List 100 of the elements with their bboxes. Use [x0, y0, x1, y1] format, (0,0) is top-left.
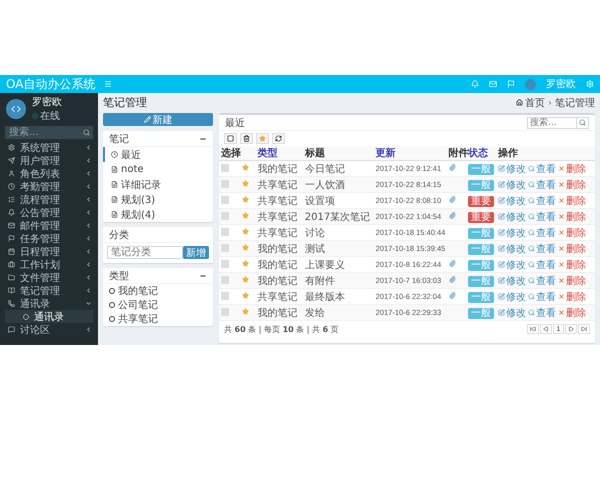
column-header[interactable]: 更新 — [374, 146, 447, 160]
edit-link[interactable]: 修改 — [498, 210, 526, 224]
view-link[interactable]: 查看 — [528, 290, 556, 304]
edit-link[interactable]: 修改 — [498, 242, 526, 256]
status-badge: 一般 — [468, 180, 494, 190]
delete-link[interactable]: 删除 — [558, 242, 586, 256]
edit-link[interactable]: 修改 — [498, 194, 526, 208]
star-icon[interactable] — [242, 212, 250, 219]
checkbox[interactable] — [221, 260, 229, 268]
type-item[interactable]: 我的笔记 — [103, 284, 213, 298]
star-icon[interactable] — [242, 260, 250, 267]
star-icon[interactable] — [242, 164, 250, 171]
menu-item[interactable]: 公告管理 — [0, 206, 98, 219]
star-icon[interactable] — [242, 180, 250, 187]
menu-item[interactable]: 文件管理 — [0, 271, 98, 284]
menu-item[interactable]: 笔记管理 — [0, 284, 98, 297]
view-link[interactable]: 查看 — [528, 258, 556, 272]
delete-button[interactable] — [240, 133, 253, 144]
bell-icon[interactable] — [471, 80, 479, 88]
last-page-button[interactable] — [578, 324, 590, 334]
user-name[interactable]: 罗密欧 — [546, 77, 576, 91]
star-icon[interactable] — [242, 244, 250, 251]
edit-link[interactable]: 修改 — [498, 306, 526, 320]
search-field[interactable]: 搜索... — [5, 126, 80, 139]
note-item[interactable]: 规划(3) — [103, 192, 213, 207]
select-all-button[interactable] — [224, 133, 237, 144]
checkbox[interactable] — [221, 212, 229, 220]
view-link[interactable]: 查看 — [528, 178, 556, 192]
edit-link[interactable]: 修改 — [498, 290, 526, 304]
menu-item[interactable]: 用户管理 — [0, 154, 98, 167]
checkbox[interactable] — [221, 228, 229, 236]
mail-icon[interactable] — [489, 80, 497, 88]
star-button[interactable] — [256, 133, 269, 144]
menu-item[interactable]: 系统管理 — [0, 141, 98, 154]
previous-page-button[interactable] — [540, 324, 552, 334]
note-item[interactable]: 规划(4) — [103, 207, 213, 222]
star-icon[interactable] — [242, 196, 250, 203]
checkbox[interactable] — [221, 196, 229, 204]
first-page-button[interactable] — [527, 324, 539, 334]
star-icon[interactable] — [242, 228, 250, 235]
menu-item[interactable]: 流程管理 — [0, 193, 98, 206]
star-icon[interactable] — [242, 308, 250, 315]
edit-link[interactable]: 修改 — [498, 258, 526, 272]
checkbox[interactable] — [221, 164, 229, 172]
column-header[interactable]: 状态 — [466, 146, 496, 160]
menu-icon[interactable] — [104, 80, 112, 88]
menu-item[interactable]: 角色列表 — [0, 167, 98, 180]
checkbox[interactable] — [221, 292, 229, 300]
delete-link[interactable]: 删除 — [558, 210, 586, 224]
menu-item[interactable]: 通讯录 — [0, 297, 98, 310]
delete-link[interactable]: 删除 — [558, 178, 586, 192]
view-link[interactable]: 查看 — [528, 162, 556, 176]
delete-link[interactable]: 删除 — [558, 290, 586, 304]
menu-item[interactable]: 讨论区 — [0, 323, 98, 336]
search-button[interactable] — [80, 126, 93, 139]
view-link[interactable]: 查看 — [528, 306, 556, 320]
edit-link[interactable]: 修改 — [498, 178, 526, 192]
delete-link[interactable]: 删除 — [558, 274, 586, 288]
view-link[interactable]: 查看 — [528, 274, 556, 288]
category-field[interactable]: 笔记分类 — [107, 246, 183, 259]
checkbox[interactable] — [221, 308, 229, 316]
delete-link[interactable]: 删除 — [558, 162, 586, 176]
menu-item[interactable]: 工作计划 — [0, 258, 98, 271]
star-icon[interactable] — [242, 292, 250, 299]
type-item[interactable]: 公司笔记 — [103, 298, 213, 312]
delete-link[interactable]: 删除 — [558, 194, 586, 208]
edit-link[interactable]: 修改 — [498, 274, 526, 288]
delete-link[interactable]: 删除 — [558, 306, 586, 320]
note-item[interactable]: note — [103, 162, 213, 177]
settings-icon[interactable] — [586, 80, 594, 88]
view-link[interactable]: 查看 — [528, 210, 556, 224]
checkbox[interactable] — [221, 276, 229, 284]
type-item[interactable]: 共享笔记 — [103, 312, 213, 326]
menu-item[interactable]: 邮件管理 — [0, 219, 98, 232]
column-header[interactable]: 类型 — [256, 146, 303, 160]
view-link[interactable]: 查看 — [528, 194, 556, 208]
delete-link[interactable]: 删除 — [558, 226, 586, 240]
menu-item[interactable]: 日程管理 — [0, 245, 98, 258]
new-button[interactable]: 新建 — [103, 113, 213, 126]
menu-item[interactable]: 考勤管理 — [0, 180, 98, 193]
edit-icon — [498, 181, 506, 188]
add-button[interactable]: 新增 — [183, 246, 209, 259]
submenu-item[interactable]: 通讯录 — [5, 310, 93, 323]
note-item[interactable]: 详细记录 — [103, 177, 213, 192]
next-page-button[interactable] — [565, 324, 577, 334]
star-icon[interactable] — [242, 276, 250, 283]
refresh-button[interactable] — [272, 133, 285, 144]
menu-item[interactable]: 任务管理 — [0, 232, 98, 245]
edit-link[interactable]: 修改 — [498, 162, 526, 176]
note-item[interactable]: 最近 — [103, 147, 213, 162]
view-link[interactable]: 查看 — [528, 242, 556, 256]
checkbox[interactable] — [221, 180, 229, 188]
edit-link[interactable]: 修改 — [498, 226, 526, 240]
flag-icon[interactable] — [507, 80, 515, 88]
breadcrumb-link[interactable]: 笔记管理 — [555, 96, 595, 110]
breadcrumb-link[interactable]: 首页 — [525, 96, 545, 110]
checkbox[interactable] — [221, 244, 229, 252]
search-button[interactable] — [577, 116, 589, 128]
view-link[interactable]: 查看 — [528, 226, 556, 240]
delete-link[interactable]: 删除 — [558, 258, 586, 272]
